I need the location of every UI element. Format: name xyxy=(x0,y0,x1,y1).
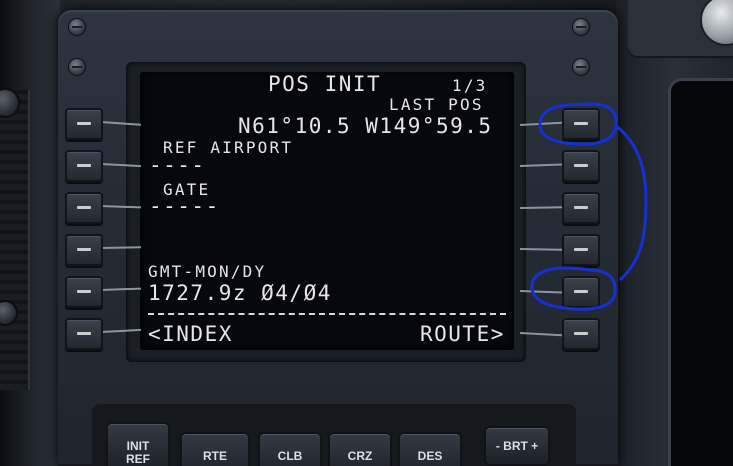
dash-icon xyxy=(574,290,588,293)
screw-mid-right xyxy=(572,58,590,76)
lsk-l4[interactable] xyxy=(65,234,103,266)
lsk-r6[interactable] xyxy=(562,318,600,350)
page-number: 1/3 xyxy=(452,76,488,95)
dash-icon xyxy=(77,122,91,125)
rte-key[interactable]: RTE xyxy=(180,432,250,466)
index-prompt: <INDEX xyxy=(148,322,233,346)
lsk-r3[interactable] xyxy=(562,192,600,224)
dash-icon xyxy=(77,290,91,293)
screw-mid-left xyxy=(68,58,86,76)
dash-icon xyxy=(574,332,588,335)
dash-icon xyxy=(77,206,91,209)
brightness-label: - BRT + xyxy=(495,439,539,453)
clb-key[interactable]: CLB xyxy=(258,432,322,466)
lsk-l5[interactable] xyxy=(65,276,103,308)
init-ref-label-2: REF xyxy=(126,452,150,466)
last-pos-header: LAST POS xyxy=(389,95,484,114)
crz-key[interactable]: CRZ xyxy=(328,432,392,466)
lsk-l1[interactable] xyxy=(65,108,103,140)
lsk-r2[interactable] xyxy=(562,150,600,182)
dash-icon xyxy=(77,332,91,335)
lsk-r4[interactable] xyxy=(562,234,600,266)
lsk-l2[interactable] xyxy=(65,150,103,182)
crz-label: CRZ xyxy=(347,449,373,463)
lsk-r1[interactable] xyxy=(562,108,600,140)
dash-icon xyxy=(574,164,588,167)
ref-airport-value: ---- xyxy=(149,153,206,177)
gmt-header: GMT-MON/DY xyxy=(148,262,267,281)
gate-value: ----- xyxy=(149,194,220,218)
dash-icon xyxy=(574,206,588,209)
init-ref-key[interactable]: INIT REF xyxy=(106,422,170,466)
dash-icon xyxy=(574,122,588,125)
lsk-l6[interactable] xyxy=(65,318,103,350)
gmt-date-value: 1727.9z Ø4/Ø4 xyxy=(148,281,332,305)
clb-label: CLB xyxy=(277,449,303,463)
dash-icon xyxy=(77,248,91,251)
page-title: POS INIT xyxy=(268,72,382,96)
left-knurled-rail xyxy=(0,90,30,390)
adjacent-display xyxy=(668,78,733,466)
separator-line xyxy=(148,313,506,315)
screw-top-left xyxy=(68,18,86,36)
brightness-key[interactable]: - BRT + xyxy=(484,426,550,466)
lsk-l3[interactable] xyxy=(65,192,103,224)
rte-label: RTE xyxy=(203,449,227,463)
dash-icon xyxy=(574,248,588,251)
cockpit-view: POS INIT 1/3 LAST POS N61°10.5 W149°59.5… xyxy=(0,0,733,466)
des-label: DES xyxy=(417,449,443,463)
dash-icon xyxy=(77,164,91,167)
screw-top-right xyxy=(572,18,590,36)
last-pos-value: N61°10.5 W149°59.5 xyxy=(238,114,493,138)
des-key[interactable]: DES xyxy=(398,432,462,466)
lsk-r5[interactable] xyxy=(562,276,600,308)
route-prompt: ROUTE> xyxy=(420,322,505,346)
